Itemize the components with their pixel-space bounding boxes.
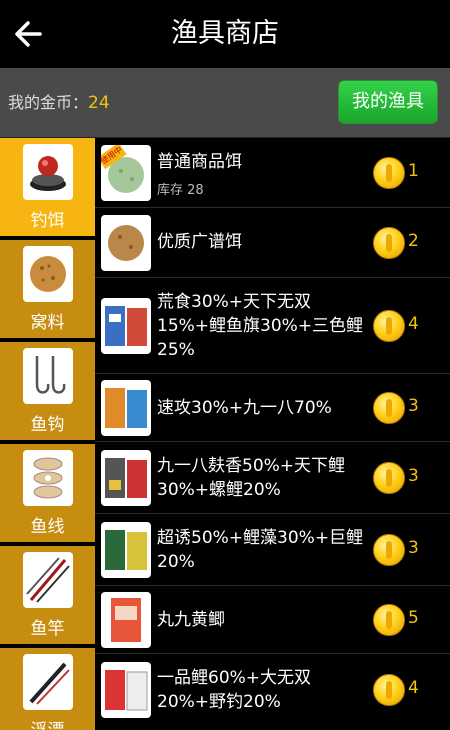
item-price: 1 [408,161,419,181]
item-price: 3 [408,538,419,558]
category-rod[interactable]: 鱼竿 [0,546,95,646]
coin-icon [373,392,405,424]
category-groundbait[interactable]: 窝料 [0,240,95,340]
coin-icon [373,534,405,566]
item-price: 3 [408,396,419,416]
page-title: 渔具商店 [171,18,279,49]
coin-icon [373,604,405,636]
list-item[interactable]: 荒食30%+天下无双15%+鲤鱼旗30%+三色鲤25% 4 [95,278,450,374]
plain-bait-icon: 使用中 [101,145,151,201]
list-item[interactable]: 速攻30%+九一八70% 3 [95,374,450,442]
category-label: 浮漂 [0,716,95,730]
item-name: 速攻30%+九一八70% [157,398,332,418]
item-name: 普通商品饵 [157,152,242,172]
hook-icon [23,348,73,404]
list-item[interactable]: 丸九黄鲫 5 [95,586,450,654]
category-label: 钓饵 [30,211,65,231]
groundbait-icon [23,246,73,302]
list-item[interactable]: 一品鲤60%+大无双20%+野钓20% 4 [95,654,450,730]
coin-icon [373,157,405,189]
item-name: 九一八麸香50%+天下鲤30%+螺鲤20% [157,456,346,500]
bait-pack-icon [101,522,151,578]
premium-bait-icon [101,215,151,271]
bait-pack-icon [101,450,151,506]
category-label: 鱼钩 [30,415,65,435]
coin-icon [373,310,405,342]
category-sidebar: 钓饵 窝料 鱼钩 鱼线 鱼竿 浮漂 [0,138,95,730]
bait-pack-icon [101,592,151,648]
coin-balance-label: 我的金币： [8,93,89,112]
list-item[interactable]: 优质广谱饵 2 [95,208,450,278]
item-stock: 库存 28 [157,183,204,198]
bait-pack-icon [101,380,151,436]
category-label: 鱼竿 [30,619,65,639]
top-bar: 渔具商店 [0,0,450,68]
category-label: 鱼线 [30,517,65,537]
list-item[interactable]: 九一八麸香50%+天下鲤30%+螺鲤20% 3 [95,442,450,514]
item-name: 超诱50%+鲤藻30%+巨鲤20% [157,528,364,572]
float-icon [23,654,73,710]
item-list: 使用中 普通商品饵 库存 28 1 优质广谱饵 2 荒食30%+天下无双15%+… [95,138,450,730]
bait-pack-icon [101,298,151,354]
item-price: 2 [408,231,419,251]
coin-balance: 我的金币：24 [8,68,110,138]
item-price: 3 [408,466,419,486]
category-line[interactable]: 鱼线 [0,444,95,544]
category-hook[interactable]: 鱼钩 [0,342,95,442]
coin-balance-value: 24 [88,93,110,113]
item-name: 优质广谱饵 [157,232,242,252]
my-gear-button[interactable]: 我的渔具 [338,80,438,124]
coin-icon [373,462,405,494]
item-price: 4 [408,314,419,334]
category-float[interactable]: 浮漂 [0,648,95,730]
coin-icon [373,674,405,706]
bait-icon [23,144,73,200]
rod-icon [23,552,73,608]
item-name: 荒食30%+天下无双15%+鲤鱼旗30%+三色鲤25% [157,292,364,360]
item-name: 一品鲤60%+大无双20%+野钓20% [157,668,312,712]
category-label: 窝料 [30,313,65,333]
item-name: 丸九黄鲫 [157,610,225,630]
list-item[interactable]: 超诱50%+鲤藻30%+巨鲤20% 3 [95,514,450,586]
bait-pack-icon [101,662,151,718]
category-bait[interactable]: 钓饵 [0,138,95,238]
coin-bar: 我的金币：24 我的渔具 [0,68,450,138]
coin-icon [373,227,405,259]
item-price: 5 [408,608,419,628]
item-price: 4 [408,678,419,698]
line-spool-icon [23,450,73,506]
list-item[interactable]: 使用中 普通商品饵 库存 28 1 [95,138,450,208]
